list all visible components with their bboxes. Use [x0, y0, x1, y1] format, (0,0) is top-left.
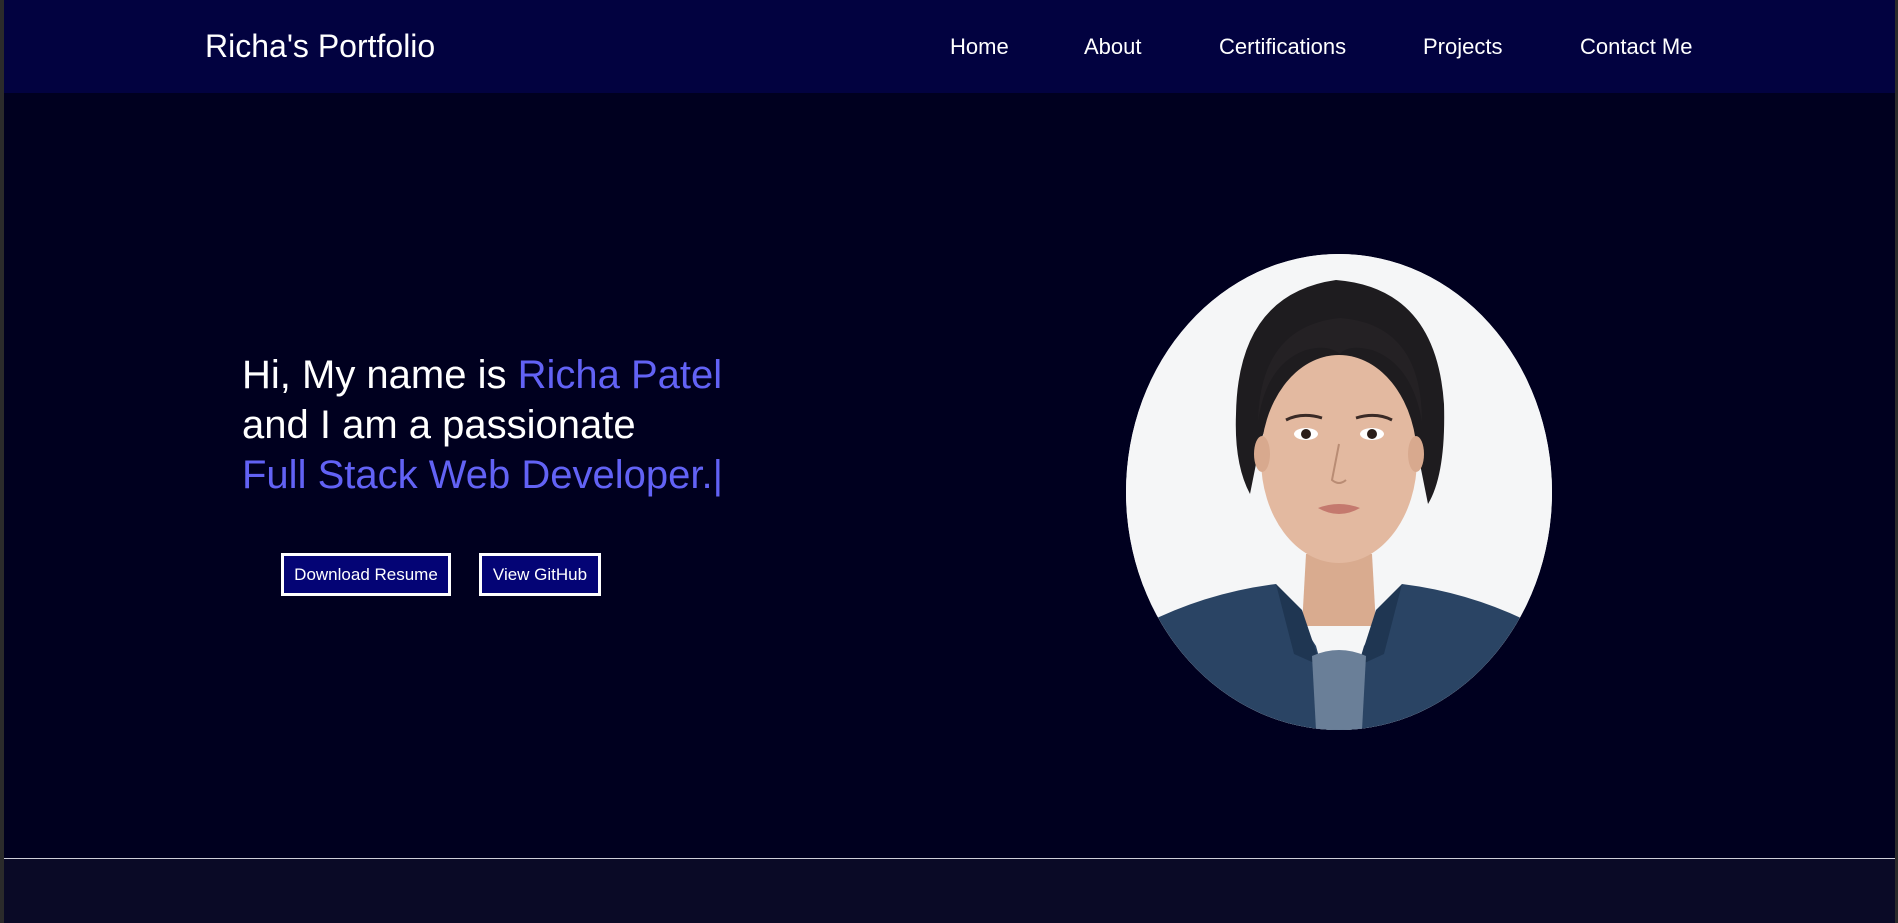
typing-cursor: |: [712, 453, 723, 497]
next-section-band: [4, 859, 1895, 923]
hero-line-1: Hi, My name is Richa Patel: [242, 350, 723, 400]
hero-line-2: and I am a passionate: [242, 403, 636, 447]
portfolio-page: Richa's Portfolio Home About Certificati…: [4, 0, 1895, 923]
nav-link-about[interactable]: About: [1084, 32, 1142, 62]
profile-photo: [1126, 254, 1552, 730]
nav-link-home[interactable]: Home: [950, 32, 1009, 62]
hero-name: Richa Patel: [517, 353, 723, 397]
hero-line-3: Full Stack Web Developer.|: [242, 450, 723, 500]
navbar: Richa's Portfolio Home About Certificati…: [4, 0, 1895, 93]
nav-link-certifications[interactable]: Certifications: [1219, 32, 1346, 62]
hero-intro: Hi, My name is Richa Patel and I am a pa…: [242, 350, 723, 500]
nav-link-contact[interactable]: Contact Me: [1580, 32, 1693, 62]
view-github-button[interactable]: View GitHub: [479, 553, 601, 596]
nav-links: Home About Certifications Projects Conta…: [4, 32, 1895, 62]
download-resume-button[interactable]: Download Resume: [281, 553, 451, 596]
hero-greeting: Hi, My name is: [242, 353, 518, 397]
portrait-illustration: [1126, 254, 1552, 730]
nav-link-projects[interactable]: Projects: [1423, 32, 1502, 62]
hero-role: Full Stack Web Developer.: [242, 453, 713, 497]
